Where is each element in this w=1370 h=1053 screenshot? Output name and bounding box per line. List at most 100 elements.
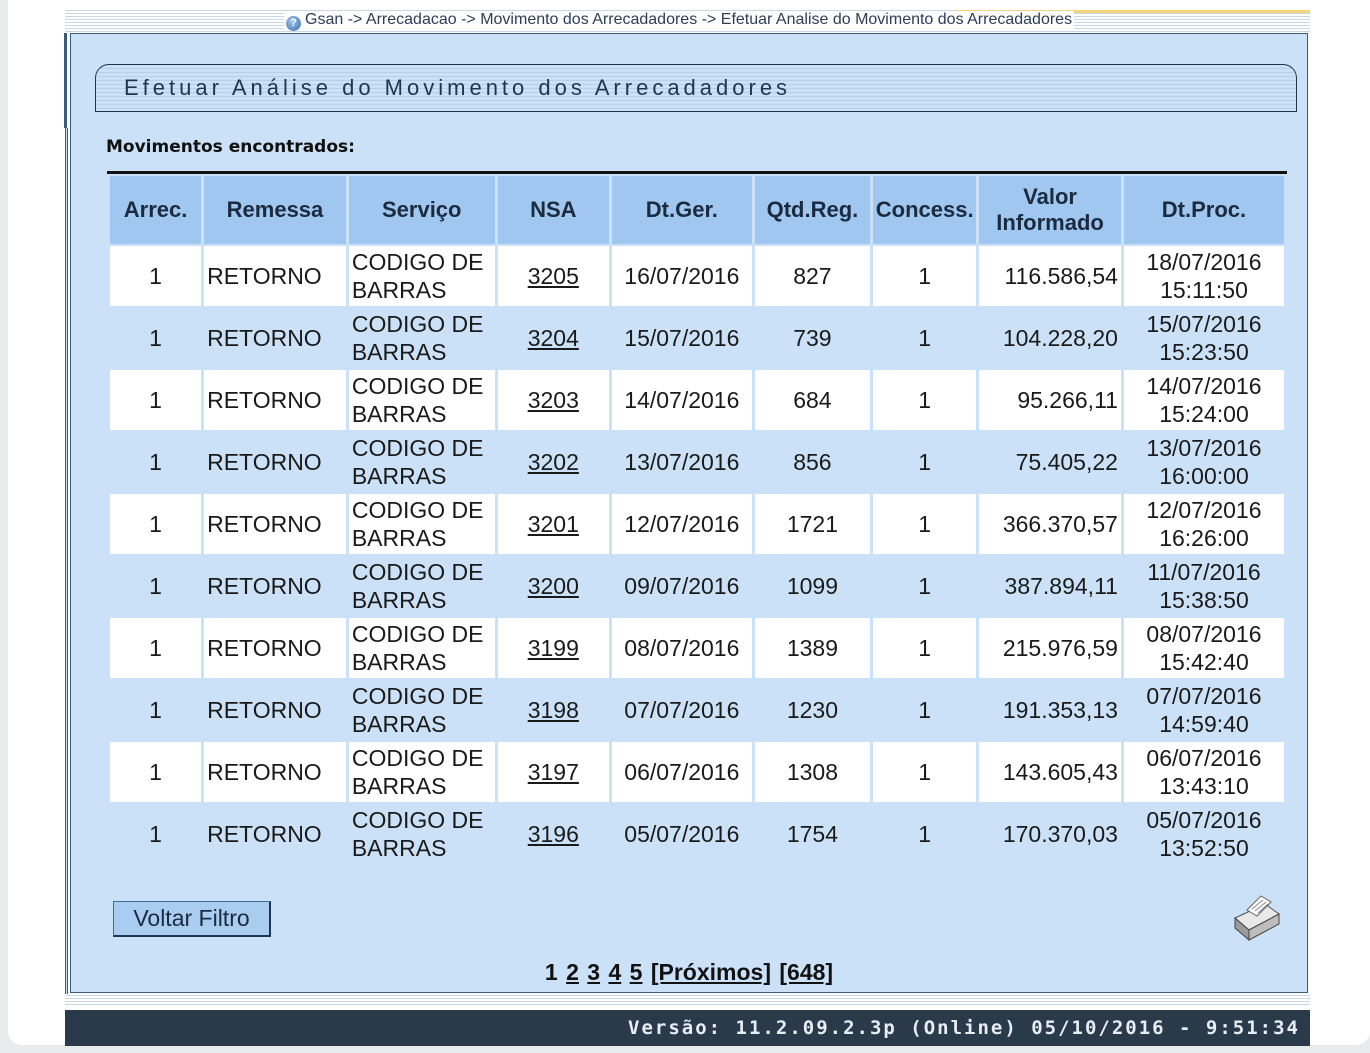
header-qtdreg: Qtd.Reg. xyxy=(754,176,871,244)
table-row: 1 RETORNO CODIGO DE BARRAS 3196 05/07/2016 175… xyxy=(110,804,1284,864)
cell-dtproc: 12/07/2016 16:26:00 xyxy=(1123,494,1284,554)
cell-qtdreg: 1389 xyxy=(754,618,871,678)
cell-valor: 191.353,13 xyxy=(979,680,1121,740)
cell-nsa: 3199 xyxy=(497,618,609,678)
header-servico: Serviço xyxy=(348,176,495,244)
header-concess: Concess. xyxy=(873,176,977,244)
cell-valor: 170.370,03 xyxy=(979,804,1121,864)
page-link-4[interactable]: 4 xyxy=(608,959,621,985)
cell-dtger: 14/07/2016 xyxy=(611,370,752,430)
nsa-link[interactable]: 3197 xyxy=(528,759,579,785)
cell-dtger: 12/07/2016 xyxy=(611,494,752,554)
cell-dtproc-time: 15:38:50 xyxy=(1159,587,1249,613)
cell-nsa: 3203 xyxy=(497,370,609,430)
cell-dtproc-date: 05/07/2016 xyxy=(1146,807,1262,833)
cell-servico-line2: BARRAS xyxy=(351,711,447,737)
cell-dtger: 13/07/2016 xyxy=(611,432,752,492)
cell-nsa: 3200 xyxy=(497,556,609,616)
cell-dtproc-date: 14/07/2016 xyxy=(1146,373,1262,399)
nsa-link[interactable]: 3198 xyxy=(528,697,579,723)
nsa-link[interactable]: 3196 xyxy=(528,821,579,847)
cell-dtger: 16/07/2016 xyxy=(611,246,752,306)
nsa-link[interactable]: 3201 xyxy=(528,511,579,537)
cell-qtdreg: 1230 xyxy=(754,680,871,740)
cell-remessa: RETORNO xyxy=(204,804,346,864)
header-valor-line1: Valor xyxy=(1023,184,1077,209)
help-icon[interactable]: ? xyxy=(286,16,301,31)
nsa-link[interactable]: 3202 xyxy=(528,449,579,475)
table-row: 1 RETORNO CODIGO DE BARRAS 3203 14/07/2016 684… xyxy=(110,370,1284,430)
cell-servico: CODIGO DE BARRAS xyxy=(348,432,495,492)
breadcrumb: ? Gsan -> Arrecadacao -> Movimento dos Ar… xyxy=(284,11,1075,31)
cell-arrec: 1 xyxy=(110,370,202,430)
cell-arrec: 1 xyxy=(110,556,202,616)
nsa-link[interactable]: 3200 xyxy=(528,573,579,599)
cell-dtproc-date: 12/07/2016 xyxy=(1146,497,1262,523)
cell-dtproc-time: 16:00:00 xyxy=(1159,463,1249,489)
cell-dtproc-date: 15/07/2016 xyxy=(1146,311,1262,337)
cell-dtproc-date: 18/07/2016 xyxy=(1146,249,1262,275)
cell-servico-line1: CODIGO DE xyxy=(351,435,484,461)
printer-icon[interactable] xyxy=(1225,892,1281,942)
cell-servico-line1: CODIGO DE xyxy=(351,621,484,647)
cell-concess: 1 xyxy=(873,494,977,554)
cell-qtdreg: 684 xyxy=(754,370,871,430)
cell-concess: 1 xyxy=(873,370,977,430)
cell-dtproc-date: 07/07/2016 xyxy=(1146,683,1262,709)
cell-servico-line2: BARRAS xyxy=(351,277,447,303)
voltar-filtro-button[interactable]: Voltar Filtro xyxy=(113,901,271,937)
cell-servico-line2: BARRAS xyxy=(351,587,447,613)
cell-valor: 387.894,11 xyxy=(979,556,1121,616)
cell-valor: 215.976,59 xyxy=(979,618,1121,678)
page-link-5[interactable]: 5 xyxy=(630,959,643,985)
cell-remessa: RETORNO xyxy=(204,556,346,616)
cell-servico-line2: BARRAS xyxy=(351,649,447,675)
nsa-link[interactable]: 3204 xyxy=(528,325,579,351)
cell-nsa: 3205 xyxy=(497,246,609,306)
cell-qtdreg: 856 xyxy=(754,432,871,492)
nsa-link[interactable]: 3203 xyxy=(528,387,579,413)
cell-nsa: 3201 xyxy=(497,494,609,554)
cell-servico-line1: CODIGO DE xyxy=(351,497,484,523)
nsa-link[interactable]: 3199 xyxy=(528,635,579,661)
page-last-link[interactable]: [648] xyxy=(779,959,833,985)
cell-dtproc-date: 06/07/2016 xyxy=(1146,745,1262,771)
cell-concess: 1 xyxy=(873,804,977,864)
version-text: Versão: 11.2.09.2.3p (Online) 05/10/2016… xyxy=(628,1017,1300,1039)
cell-dtproc-time: 15:24:00 xyxy=(1159,401,1249,427)
footer-bar: Versão: 11.2.09.2.3p (Online) 05/10/2016… xyxy=(65,1010,1310,1046)
cell-qtdreg: 739 xyxy=(754,308,871,368)
cell-nsa: 3202 xyxy=(497,432,609,492)
page-next-link[interactable]: [Próximos] xyxy=(651,959,771,985)
cell-valor: 95.266,11 xyxy=(979,370,1121,430)
cell-valor: 75.405,22 xyxy=(979,432,1121,492)
cell-concess: 1 xyxy=(873,308,977,368)
cell-dtproc: 06/07/2016 13:43:10 xyxy=(1123,742,1284,802)
page-link-3[interactable]: 3 xyxy=(587,959,600,985)
cell-nsa: 3196 xyxy=(497,804,609,864)
nsa-link[interactable]: 3205 xyxy=(528,263,579,289)
table-body: 1 RETORNO CODIGO DE BARRAS 3205 16/07/2016 827… xyxy=(110,246,1284,864)
cell-dtger: 05/07/2016 xyxy=(611,804,752,864)
cell-servico-line2: BARRAS xyxy=(351,525,447,551)
cell-dtproc-date: 11/07/2016 xyxy=(1147,559,1261,585)
cell-dtproc: 13/07/2016 16:00:00 xyxy=(1123,432,1284,492)
cell-concess: 1 xyxy=(873,432,977,492)
cell-remessa: RETORNO xyxy=(204,680,346,740)
cell-servico-line1: CODIGO DE xyxy=(351,311,484,337)
cell-arrec: 1 xyxy=(110,308,202,368)
title-box: Efetuar Análise do Movimento dos Arrecad… xyxy=(95,64,1297,112)
table-header-row: Arrec. Remessa Serviço NSA Dt.Ger. Qtd.R… xyxy=(110,176,1284,244)
cell-arrec: 1 xyxy=(110,618,202,678)
cell-servico: CODIGO DE BARRAS xyxy=(348,804,495,864)
cell-qtdreg: 827 xyxy=(754,246,871,306)
table-row: 1 RETORNO CODIGO DE BARRAS 3200 09/07/2016 109… xyxy=(110,556,1284,616)
cell-valor: 116.586,54 xyxy=(979,246,1121,306)
cell-qtdreg: 1308 xyxy=(754,742,871,802)
cell-dtproc-time: 15:42:40 xyxy=(1159,649,1249,675)
page-link-2[interactable]: 2 xyxy=(566,959,579,985)
cell-remessa: RETORNO xyxy=(204,432,346,492)
cell-dtproc-time: 14:59:40 xyxy=(1159,711,1249,737)
cell-servico: CODIGO DE BARRAS xyxy=(348,370,495,430)
cell-servico-line2: BARRAS xyxy=(351,401,447,427)
